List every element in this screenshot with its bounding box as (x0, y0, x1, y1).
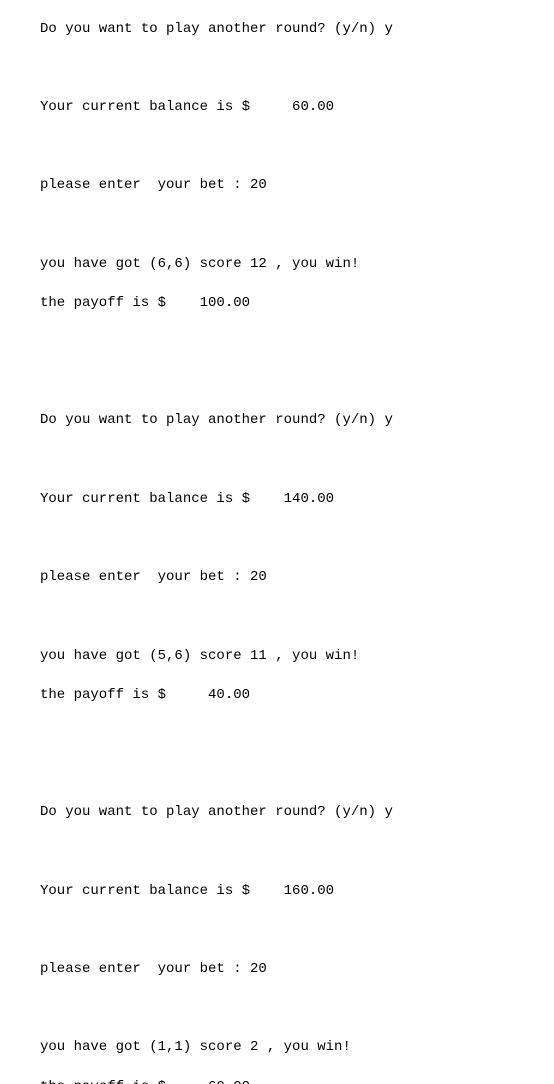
play-prompt-line: Do you want to play another round? (y/n)… (40, 20, 514, 40)
blank-line (40, 529, 514, 549)
payoff-line: the payoff is $ 100.00 (40, 294, 514, 314)
blank-line (40, 607, 514, 627)
blank-line (40, 333, 514, 353)
blank-line (40, 372, 514, 392)
blank-line (40, 999, 514, 1019)
balance-line: Your current balance is $ 140.00 (40, 490, 514, 510)
roll-result-line: you have got (1,1) score 2 , you win! (40, 1038, 514, 1058)
roll-result-line: you have got (6,6) score 12 , you win! (40, 255, 514, 275)
blank-line (40, 451, 514, 471)
blank-line (40, 921, 514, 941)
balance-line: Your current balance is $ 60.00 (40, 98, 514, 118)
play-prompt-line: Do you want to play another round? (y/n)… (40, 411, 514, 431)
blank-line (40, 725, 514, 745)
blank-line (40, 843, 514, 863)
bet-prompt-line: please enter your bet : 20 (40, 568, 514, 588)
payoff-line: the payoff is $ 60.00 (40, 1078, 514, 1084)
balance-line: Your current balance is $ 160.00 (40, 882, 514, 902)
bet-prompt-line: please enter your bet : 20 (40, 176, 514, 196)
terminal-output: Do you want to play another round? (y/n)… (0, 0, 554, 1084)
blank-line (40, 764, 514, 784)
roll-result-line: you have got (5,6) score 11 , you win! (40, 647, 514, 667)
blank-line (40, 137, 514, 157)
payoff-line: the payoff is $ 40.00 (40, 686, 514, 706)
blank-line (40, 216, 514, 236)
blank-line (40, 59, 514, 79)
bet-prompt-line: please enter your bet : 20 (40, 960, 514, 980)
play-prompt-line: Do you want to play another round? (y/n)… (40, 803, 514, 823)
